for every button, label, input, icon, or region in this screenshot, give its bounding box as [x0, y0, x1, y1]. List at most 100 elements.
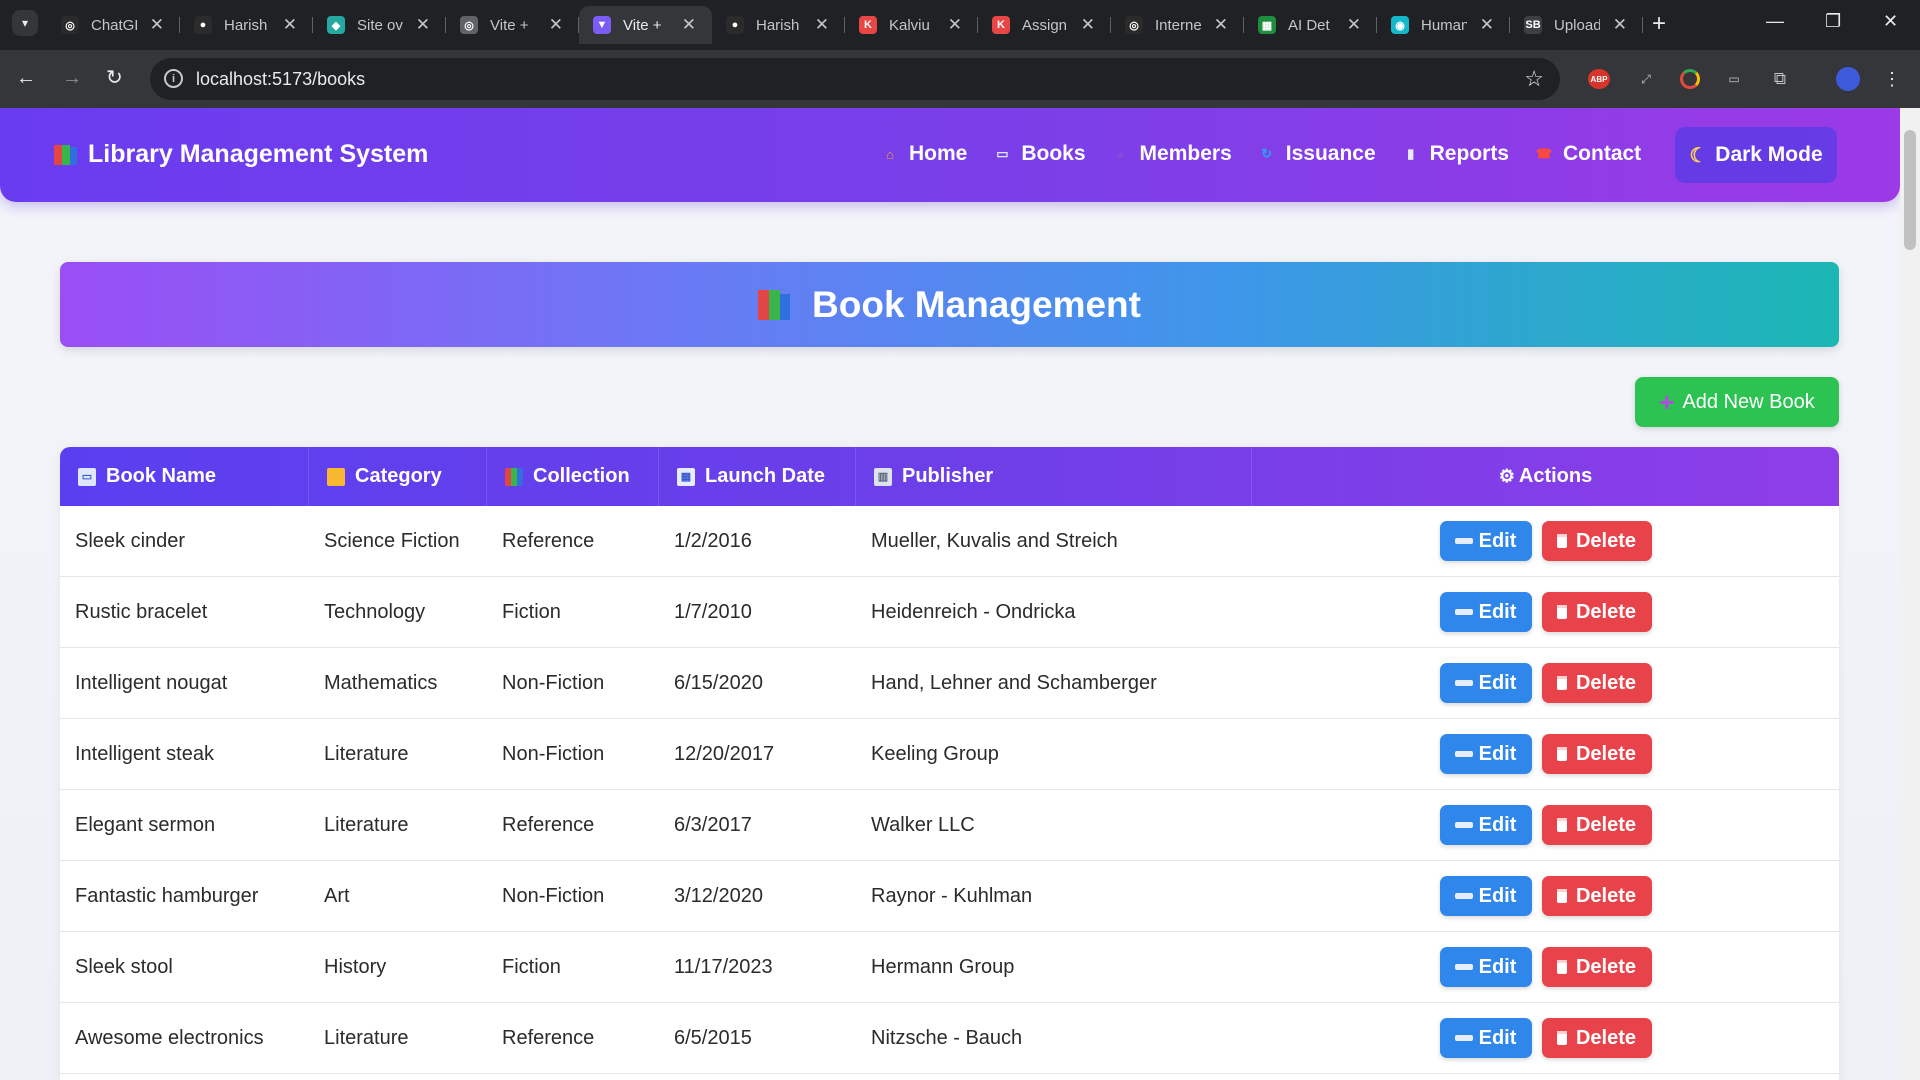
moon-icon: ☾: [1689, 144, 1708, 167]
delete-button[interactable]: Delete: [1541, 1018, 1652, 1058]
forward-arrow-icon[interactable]: →: [62, 66, 82, 90]
new-tab-plus-icon[interactable]: +: [1652, 10, 1666, 38]
browser-tab[interactable]: ◎ Interne ✕: [1111, 6, 1244, 44]
delete-button[interactable]: Delete: [1541, 947, 1652, 987]
nav-link-books[interactable]: ▭ Books: [992, 142, 1085, 166]
extension-icon[interactable]: ⤢: [1636, 69, 1656, 89]
nav-link-label: Reports: [1429, 142, 1509, 165]
page-scrollbar[interactable]: [1900, 108, 1920, 1080]
launch-date-cell: 6/15/2020: [674, 671, 763, 694]
edit-button[interactable]: Edit: [1439, 521, 1532, 561]
collection-cell: Fiction: [502, 955, 561, 978]
tab-title: Harish: [224, 16, 268, 34]
browser-tab[interactable]: SB Upload ✕: [1510, 6, 1643, 44]
brand[interactable]: Library Management System: [54, 140, 428, 169]
color-extension-icon[interactable]: [1680, 69, 1700, 89]
browser-tab[interactable]: ● Harish ✕: [712, 6, 845, 44]
reload-icon[interactable]: ↻: [106, 66, 123, 90]
actions-cell: Edit Delete: [1252, 932, 1839, 1002]
profile-avatar[interactable]: [1836, 67, 1860, 91]
actions-cell: Edit Delete: [1252, 719, 1839, 789]
nav-link-issuance[interactable]: ↻ Issuance: [1257, 142, 1375, 166]
minimize-icon[interactable]: —: [1766, 11, 1784, 32]
bookmark-star-icon[interactable]: ☆: [1524, 66, 1544, 92]
edit-button[interactable]: Edit: [1439, 734, 1532, 774]
delete-label: Delete: [1575, 884, 1637, 907]
table-row: Sleek stool History Fiction 11/17/2023 Herma…: [60, 932, 1839, 1003]
edit-button[interactable]: Edit: [1439, 805, 1532, 845]
trash-icon: [1556, 534, 1567, 548]
delete-label: Delete: [1575, 671, 1637, 694]
column-header: ▥ Publisher: [856, 447, 1252, 506]
actions-cell: Edit Delete: [1252, 1003, 1839, 1073]
delete-button[interactable]: Delete: [1541, 734, 1652, 774]
browser-tab[interactable]: ◆ Site ov ✕: [313, 6, 446, 44]
tab-close-icon[interactable]: ✕: [1613, 15, 1627, 35]
browser-tab[interactable]: K Kalviu ✕: [845, 6, 978, 44]
house-icon: ⌂: [886, 146, 894, 162]
tab-close-icon[interactable]: ✕: [549, 15, 563, 35]
browser-tab[interactable]: ● Harish ✕: [180, 6, 313, 44]
edit-button[interactable]: Edit: [1439, 592, 1532, 632]
browser-tab[interactable]: ▼ Vite + ✕: [579, 6, 712, 44]
browser-tab[interactable]: ▦ AI Det ✕: [1244, 6, 1377, 44]
publisher-cell: Keeling Group: [871, 742, 999, 765]
tab-close-icon[interactable]: ✕: [1347, 15, 1361, 35]
delete-button[interactable]: Delete: [1541, 876, 1652, 916]
add-new-book-label: Add New Book: [1682, 390, 1815, 413]
nav-link-members[interactable]: ● Members: [1111, 142, 1232, 166]
extensions-puzzle-icon[interactable]: ⧉: [1770, 69, 1790, 89]
tab-search-chevron-icon[interactable]: ▾: [12, 10, 38, 36]
cast-icon[interactable]: ▭: [1724, 69, 1744, 89]
app-navbar: Library Management System ⌂ Home ▭ Books ● Me…: [0, 108, 1900, 202]
delete-button[interactable]: Delete: [1541, 663, 1652, 703]
edit-label: Edit: [1478, 600, 1517, 623]
restore-icon[interactable]: ❐: [1825, 11, 1841, 32]
nav-link-home[interactable]: ⌂ Home: [880, 142, 967, 166]
tab-close-icon[interactable]: ✕: [283, 15, 297, 35]
scrollbar-thumb[interactable]: [1904, 130, 1916, 250]
delete-button[interactable]: Delete: [1541, 521, 1652, 561]
back-arrow-icon[interactable]: ←: [16, 66, 36, 90]
dark-mode-toggle[interactable]: ☾ Dark Mode: [1675, 127, 1837, 183]
nav-link-contact[interactable]: ☎ Contact: [1534, 142, 1641, 166]
tab-close-icon[interactable]: ✕: [1214, 15, 1228, 35]
tab-close-icon[interactable]: ✕: [416, 15, 430, 35]
tab-close-icon[interactable]: ✕: [948, 15, 962, 35]
column-header: Category: [309, 447, 487, 506]
close-window-icon[interactable]: ✕: [1883, 11, 1898, 32]
kebab-menu-icon[interactable]: ⋮: [1883, 69, 1901, 89]
table-row: Awesome electronics Literature Reference 6/…: [60, 1003, 1839, 1074]
publisher-cell: Hermann Group: [871, 955, 1015, 978]
browser-tab[interactable]: ◉ Human ✕: [1377, 6, 1510, 44]
delete-button[interactable]: Delete: [1541, 805, 1652, 845]
tab-title: Assign: [1022, 16, 1068, 34]
address-bar[interactable]: i localhost:5173/books ☆: [150, 58, 1560, 100]
tab-close-icon[interactable]: ✕: [1081, 15, 1095, 35]
column-header: ⚙ Actions: [1252, 447, 1839, 506]
browser-tab[interactable]: K Assign ✕: [978, 6, 1111, 44]
books-icon: [758, 288, 792, 322]
tab-close-icon[interactable]: ✕: [682, 15, 696, 35]
edit-button[interactable]: Edit: [1439, 876, 1532, 916]
refresh-icon: ↻: [1261, 146, 1273, 161]
browser-tab[interactable]: ◎ Vite + ✕: [446, 6, 579, 44]
site-info-icon[interactable]: i: [164, 69, 183, 88]
delete-button[interactable]: Delete: [1541, 592, 1652, 632]
url-text[interactable]: localhost:5173/books: [196, 69, 365, 90]
books-icon: [505, 467, 523, 486]
edit-button[interactable]: Edit: [1439, 663, 1532, 703]
browser-tab-bar: ▾ ◎ ChatGPT ✕ ● Harish ✕ ◆ Site ov ✕ ◎ Vite + ✕ ▼ Vit…: [0, 0, 1920, 50]
adblock-extension-icon[interactable]: ABP: [1588, 69, 1610, 89]
book-name-cell: Fantastic hamburger: [75, 884, 259, 907]
add-new-book-button[interactable]: + Add New Book: [1635, 377, 1839, 427]
edit-button[interactable]: Edit: [1439, 947, 1532, 987]
delete-label: Delete: [1575, 600, 1637, 623]
category-cell: Literature: [324, 742, 409, 765]
edit-button[interactable]: Edit: [1439, 1018, 1532, 1058]
nav-link-reports[interactable]: ▮ Reports: [1401, 142, 1509, 166]
tab-close-icon[interactable]: ✕: [150, 15, 164, 35]
browser-tab[interactable]: ◎ ChatGPT ✕: [47, 6, 180, 44]
tab-close-icon[interactable]: ✕: [815, 15, 829, 35]
tab-close-icon[interactable]: ✕: [1480, 15, 1494, 35]
